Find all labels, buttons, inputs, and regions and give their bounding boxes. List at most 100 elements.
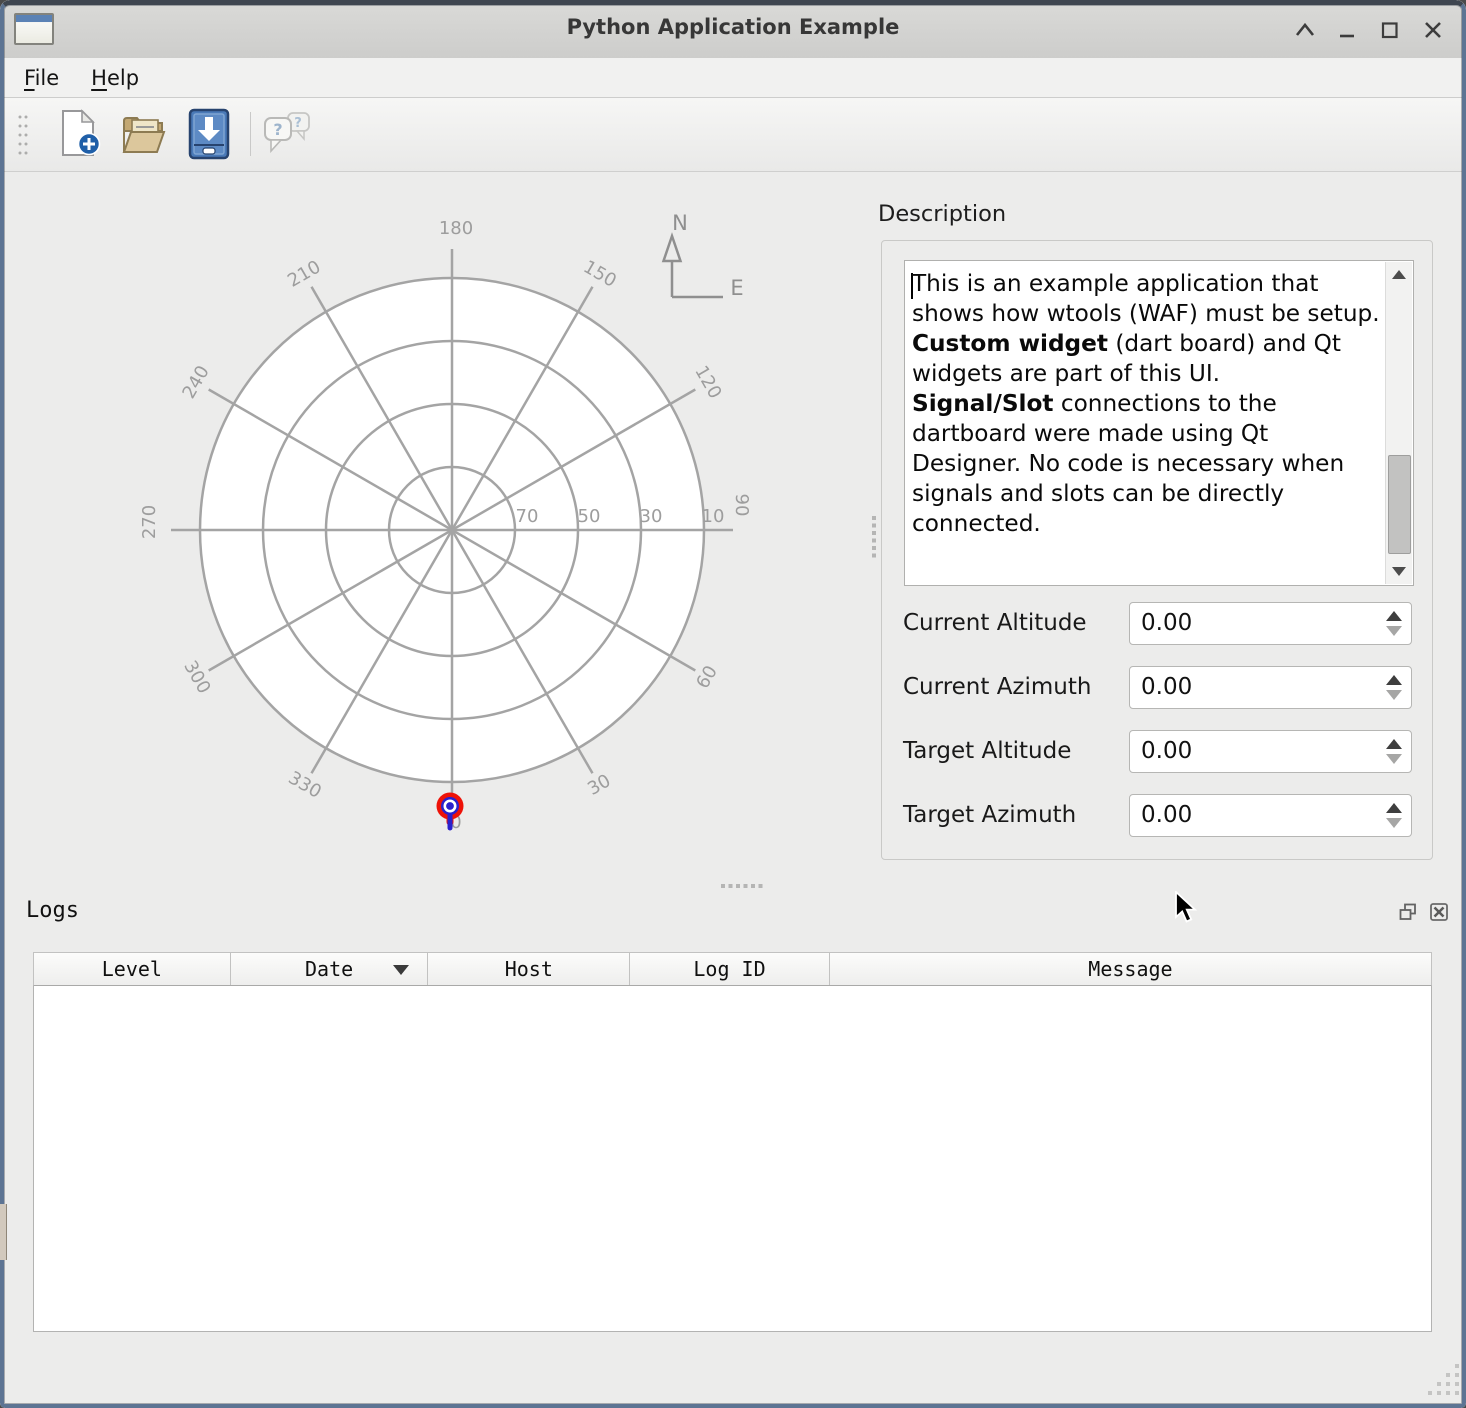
description-paragraph-1: This is an example application that show… <box>912 270 1380 327</box>
column-label: Level <box>102 957 162 981</box>
spin-down-icon[interactable] <box>1386 818 1402 828</box>
spin-up-icon[interactable] <box>1386 675 1402 685</box>
application-window: Python Application Example File Help <box>0 0 1466 1408</box>
menu-file[interactable]: File <box>12 62 71 94</box>
toolbar-drag-handle[interactable] <box>17 113 29 157</box>
description-text: This is an example application that show… <box>912 269 1380 539</box>
mouse-cursor <box>1174 891 1200 925</box>
help-icon: ? ? <box>260 109 314 159</box>
compass-north-label: N <box>672 211 688 235</box>
help-button: ? ? <box>258 104 316 164</box>
altitude-tick-10: 10 <box>702 506 725 527</box>
spin-up-icon[interactable] <box>1386 739 1402 749</box>
toolbar-separator <box>250 112 251 156</box>
column-label: Message <box>1088 957 1172 981</box>
altitude-tick-50: 50 <box>578 506 601 527</box>
scroll-up-button[interactable] <box>1386 262 1412 287</box>
column-header-host[interactable]: Host <box>428 953 630 985</box>
column-header-level[interactable]: Level <box>34 953 231 985</box>
close-icon <box>1423 21 1443 39</box>
scrollbar-thumb[interactable] <box>1388 455 1411 554</box>
altitude-tick-70: 70 <box>516 506 539 527</box>
azimuth-tick-150: 150 <box>580 256 620 291</box>
scroll-down-button[interactable] <box>1386 559 1412 584</box>
target-azimuth-spinbox[interactable]: 0.00 <box>1129 794 1412 837</box>
compass-rose: N E <box>664 211 744 300</box>
new-document-icon <box>54 107 104 161</box>
description-textedit[interactable]: This is an example application that show… <box>904 260 1414 586</box>
dartboard-plot[interactable]: 0 30 60 90 120 150 180 210 240 270 300 3… <box>0 172 820 872</box>
shade-button[interactable] <box>1287 12 1323 48</box>
open-folder-icon <box>118 108 168 160</box>
triangle-down-icon <box>1392 567 1406 576</box>
column-label: Date <box>305 957 353 981</box>
spin-down-icon[interactable] <box>1386 690 1402 700</box>
target-azimuth-label: Target Azimuth <box>903 794 1076 837</box>
sort-descending-icon <box>393 965 409 975</box>
azimuth-tick-180: 180 <box>439 218 473 239</box>
target-altitude-spinbox[interactable]: 0.00 <box>1129 730 1412 773</box>
logs-table-header: Level Date Host Log ID Message <box>33 952 1432 986</box>
logs-dock-title: Logs <box>26 898 79 923</box>
save-icon <box>186 107 232 161</box>
dock-float-button[interactable] <box>1396 900 1420 924</box>
maximize-icon <box>1380 21 1400 39</box>
spin-up-icon[interactable] <box>1386 803 1402 813</box>
menu-file-accel: F <box>24 66 35 90</box>
column-label: Host <box>505 957 553 981</box>
maximize-button[interactable] <box>1372 12 1408 48</box>
description-scrollbar[interactable] <box>1385 262 1412 584</box>
azimuth-tick-300: 300 <box>179 657 214 697</box>
azimuth-tick-120: 120 <box>690 362 725 402</box>
menu-file-rest: ile <box>35 66 60 90</box>
azimuth-tick-330: 330 <box>285 767 325 802</box>
horizontal-splitter-handle[interactable] <box>719 882 763 890</box>
new-document-button[interactable] <box>50 104 108 164</box>
svg-text:?: ? <box>273 120 282 139</box>
menu-help-accel: H <box>91 66 107 90</box>
logs-table-body[interactable] <box>33 986 1432 1332</box>
current-altitude-label: Current Altitude <box>903 602 1087 645</box>
menu-bar: File Help <box>4 58 1462 98</box>
description-paragraph-3-bold: Signal/Slot <box>912 390 1053 417</box>
open-folder-button[interactable] <box>114 104 172 164</box>
target-azimuth-value[interactable]: 0.00 <box>1141 795 1192 836</box>
target-altitude-label: Target Altitude <box>903 730 1071 773</box>
column-header-message[interactable]: Message <box>830 953 1431 985</box>
target-altitude-value[interactable]: 0.00 <box>1141 731 1192 772</box>
column-header-log-id[interactable]: Log ID <box>630 953 830 985</box>
azimuth-tick-30: 30 <box>584 770 614 800</box>
minimize-icon <box>1337 21 1357 39</box>
tool-bar: ? ? <box>4 98 1462 172</box>
window-title: Python Application Example <box>0 15 1466 39</box>
azimuth-tick-240: 240 <box>178 362 213 402</box>
chevron-up-icon <box>1294 21 1316 39</box>
float-window-icon <box>1398 902 1418 922</box>
close-dock-icon <box>1429 902 1449 922</box>
azimuth-tick-210: 210 <box>284 256 324 291</box>
description-paragraph-2-bold: Custom widget <box>912 330 1108 357</box>
vertical-splitter-handle[interactable] <box>870 514 878 558</box>
column-header-date[interactable]: Date <box>231 953 429 985</box>
current-azimuth-label: Current Azimuth <box>903 666 1091 709</box>
dock-close-button[interactable] <box>1427 900 1451 924</box>
current-azimuth-value[interactable]: 0.00 <box>1141 667 1192 708</box>
azimuth-tick-270: 270 <box>139 505 160 539</box>
current-altitude-spinbox[interactable]: 0.00 <box>1129 602 1412 645</box>
menu-help-rest: elp <box>107 66 139 90</box>
azimuth-tick-90: 90 <box>731 494 752 517</box>
triangle-up-icon <box>1392 270 1406 279</box>
spin-up-icon[interactable] <box>1386 611 1402 621</box>
menu-help[interactable]: Help <box>79 62 151 94</box>
resize-grip[interactable] <box>1424 1360 1460 1396</box>
spin-down-icon[interactable] <box>1386 626 1402 636</box>
window-edge-handle[interactable] <box>0 1204 7 1260</box>
description-groupbox: This is an example application that show… <box>881 240 1433 860</box>
close-button[interactable] <box>1415 12 1451 48</box>
minimize-button[interactable] <box>1329 12 1365 48</box>
spin-down-icon[interactable] <box>1386 754 1402 764</box>
title-bar[interactable]: Python Application Example <box>0 0 1466 59</box>
current-azimuth-spinbox[interactable]: 0.00 <box>1129 666 1412 709</box>
current-altitude-value[interactable]: 0.00 <box>1141 603 1192 644</box>
save-button[interactable] <box>180 104 238 164</box>
